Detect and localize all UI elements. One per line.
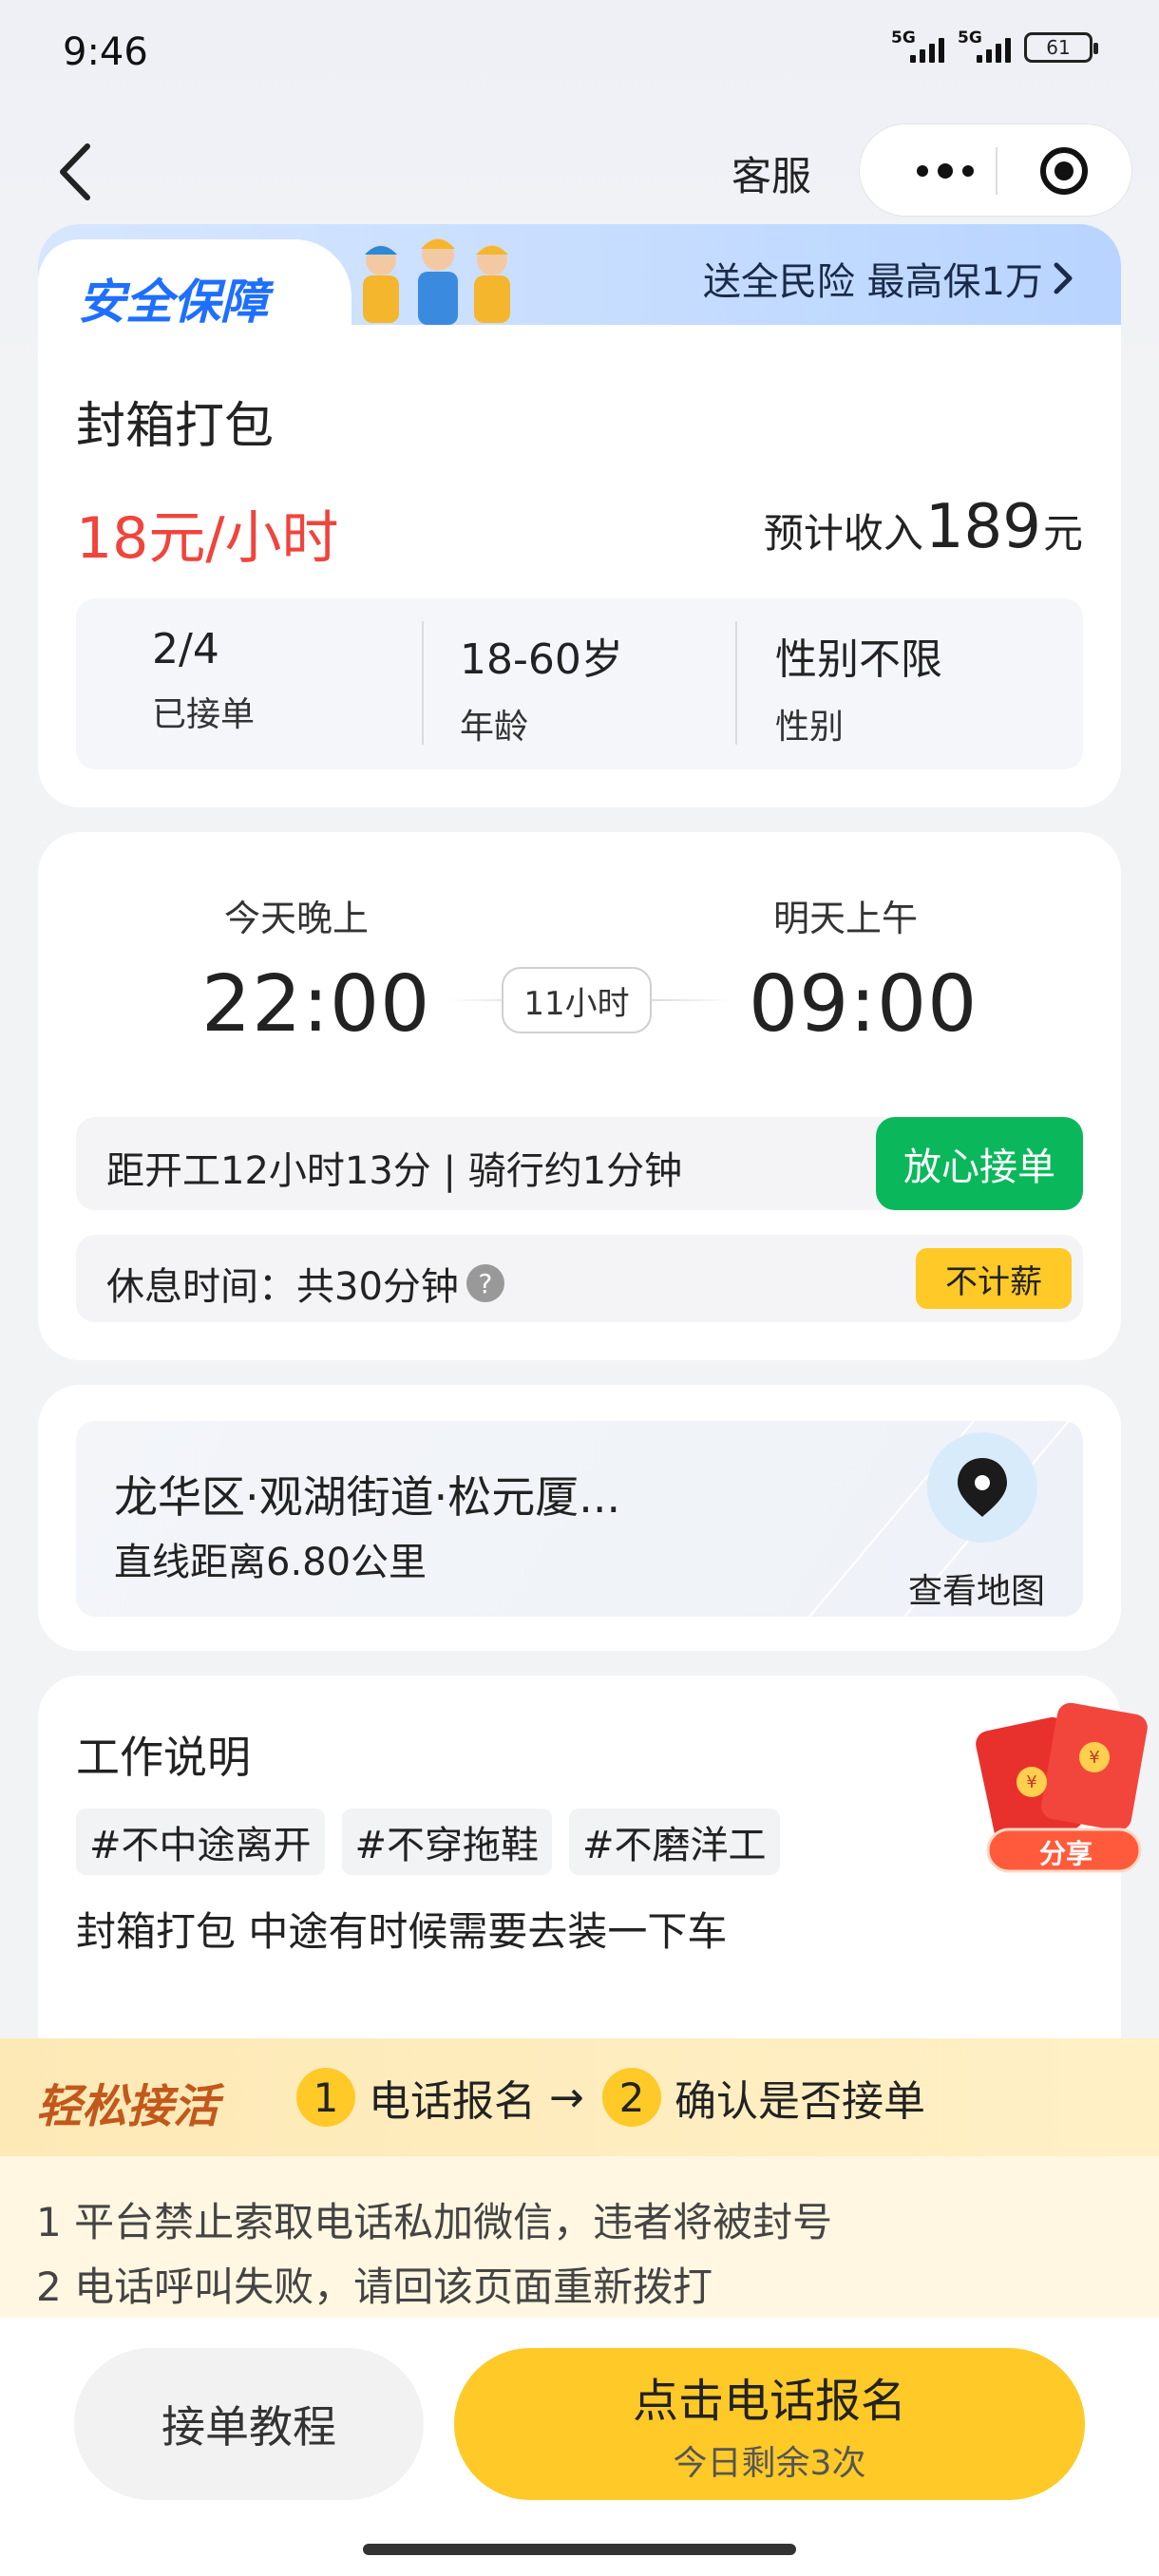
call-signup-button[interactable]: 点击电话报名 今日剩余3次	[454, 2348, 1085, 2500]
rest-row: 休息时间：共30分钟 ? 不计薪	[76, 1235, 1083, 1322]
status-icons: 5G 5G 61	[891, 28, 1098, 63]
customer-service-link[interactable]: 客服	[732, 144, 811, 202]
tag-item: #不磨洋工	[569, 1809, 780, 1875]
tutorial-button[interactable]: 接单教程	[74, 2348, 424, 2500]
safety-title: 安全保障	[78, 275, 268, 330]
stat-age-value: 18-60岁	[460, 635, 623, 684]
schedule-card: 今天晚上 22:00 11小时 明天上午 09:00 距开工12小时13分 | …	[38, 832, 1121, 1360]
insurance-promo-text: 送全民险 最高保1万	[702, 260, 1043, 304]
share-redpacket-button[interactable]: ¥ ¥ 分享	[973, 1691, 1159, 1881]
hourly-wage: 18元/小时	[76, 505, 339, 572]
step-1-label: 电话报名	[369, 2077, 536, 2126]
mini-program-capsule	[859, 123, 1132, 217]
end-time: 09:00	[749, 959, 978, 1050]
start-label: 今天晚上	[224, 898, 370, 939]
stat-divider	[422, 621, 424, 745]
step-2: 2 确认是否接单	[602, 2067, 925, 2128]
status-time: 9:46	[63, 30, 148, 74]
status-bar: 9:46 5G 5G 61	[0, 0, 1159, 114]
rest-info: 休息时间：共30分钟 ?	[106, 1256, 504, 1311]
stat-gender: 性别不限 性别	[775, 625, 942, 748]
job-info: 封箱打包 18元/小时 预计收入 189 元 2/4 已接单 18-60岁 年龄…	[38, 325, 1121, 807]
workers-illustration-icon	[363, 238, 510, 325]
close-target-icon[interactable]	[1040, 147, 1088, 195]
location-pin-icon	[958, 1458, 1007, 1517]
tag-item: #不穿拖鞋	[341, 1809, 553, 1875]
income-unit: 元	[1042, 510, 1083, 557]
chevron-right-icon	[1054, 262, 1073, 294]
call-signup-label: 点击电话报名	[632, 2375, 906, 2428]
step-2-label: 确认是否接单	[674, 2077, 925, 2126]
notice-list: 1 平台禁止索取电话私加微信，违者将被封号 2 电话呼叫失败，请回该页面重新拨打	[0, 2156, 1159, 2318]
duration-badge: 11小时	[502, 967, 652, 1033]
job-title: 封箱打包	[76, 398, 275, 455]
tag-item: #不中途离开	[76, 1809, 325, 1875]
income-prefix: 预计收入	[763, 510, 923, 557]
battery-icon: 61	[1024, 32, 1098, 63]
view-map-link[interactable]: 查看地图	[908, 1563, 1045, 1613]
address-box[interactable]: 龙华区·观湖街道·松元厦... 直线距离6.80公里 查看地图	[76, 1421, 1083, 1617]
step-arrow-icon: →	[549, 2073, 584, 2122]
process-title: 轻松接活	[36, 2080, 219, 2133]
description-text: 封箱打包 中途有时候需要去装一下车	[76, 1908, 728, 1955]
distance-straight: 直线距离6.80公里	[114, 1541, 428, 1584]
bottom-action-bar: 接单教程 点击电话报名 今日剩余3次	[0, 2318, 1159, 2576]
location-card: 龙华区·观湖街道·松元厦... 直线距离6.80公里 查看地图	[38, 1385, 1121, 1651]
stat-orders-label: 已接单	[152, 695, 256, 734]
rest-text: 休息时间：共30分钟	[106, 1265, 459, 1309]
address-text: 龙华区·观湖街道·松元厦...	[114, 1471, 621, 1523]
job-stats: 2/4 已接单 18-60岁 年龄 性别不限 性别	[76, 598, 1083, 769]
share-label: 分享	[1038, 1838, 1092, 1869]
end-label: 明天上午	[773, 898, 919, 939]
signal-icon: 5G	[891, 28, 944, 63]
expected-income: 预计收入 189 元	[764, 492, 1083, 562]
stat-orders-value: 2/4	[152, 625, 219, 673]
stat-gender-value: 性别不限	[775, 635, 942, 684]
stat-divider	[735, 621, 737, 745]
job-summary-card: 安全保障 送全民险 最高保1万 封箱打包 18元/小时 预计收入 189 元 2…	[38, 224, 1121, 807]
svg-text:¥: ¥	[1089, 1748, 1099, 1768]
tag-list: #不中途离开 #不穿拖鞋 #不磨洋工	[76, 1809, 780, 1875]
chevron-left-icon	[60, 143, 90, 200]
notice-item: 2 电话呼叫失败，请回该页面重新拨打	[36, 2263, 713, 2310]
description-title: 工作说明	[76, 1732, 251, 1783]
step-1: 1 电话报名 →	[296, 2067, 584, 2128]
notice-item: 1 平台禁止索取电话私加微信，违者将被封号	[36, 2199, 833, 2245]
more-icon[interactable]	[898, 145, 993, 197]
insurance-promo-link[interactable]: 送全民险 最高保1万	[703, 251, 1075, 306]
step-1-number: 1	[296, 2068, 355, 2127]
svg-text:¥: ¥	[1026, 1772, 1036, 1792]
remaining-count: 今日剩余3次	[673, 2444, 866, 2483]
no-pay-badge: 不计薪	[916, 1248, 1072, 1309]
step-2-number: 2	[602, 2068, 661, 2127]
income-value: 189	[924, 492, 1041, 562]
stat-age: 18-60岁 年龄	[460, 625, 623, 748]
back-button[interactable]	[49, 139, 106, 205]
help-icon[interactable]: ?	[466, 1264, 504, 1302]
start-time: 22:00	[201, 959, 431, 1050]
accept-order-button[interactable]: 放心接单	[876, 1117, 1083, 1210]
distance-row: 距开工12小时13分 | 骑行约1分钟 放心接单	[76, 1117, 1083, 1210]
stat-orders: 2/4 已接单	[152, 625, 255, 736]
home-indicator[interactable]	[363, 2544, 796, 2555]
stat-age-label: 年龄	[460, 708, 529, 747]
map-button[interactable]	[927, 1432, 1037, 1543]
capsule-divider	[996, 147, 998, 195]
distance-text: 距开工12小时13分 | 骑行约1分钟	[106, 1149, 683, 1193]
stat-gender-label: 性别	[775, 708, 845, 747]
process-banner: 轻松接活 1 电话报名 → 2 确认是否接单	[0, 2038, 1159, 2156]
nav-bar: 客服	[0, 123, 1159, 218]
signal-icon-2: 5G	[958, 28, 1011, 63]
